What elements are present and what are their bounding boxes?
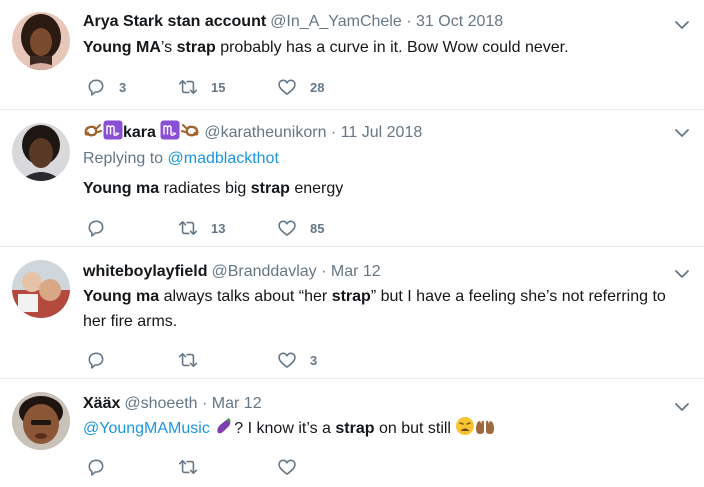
eggplant-emoji-icon xyxy=(214,416,234,436)
tweet-text: Young MA’s strap probably has a curve in… xyxy=(83,35,683,60)
tweet-text: Young ma always talks about “her strap” … xyxy=(83,284,681,334)
tweet-actions xyxy=(86,456,406,478)
display-name[interactable]: Xääx xyxy=(83,395,120,412)
scorpion-emoji-icon xyxy=(83,120,103,140)
scorpio-sign-icon xyxy=(160,120,180,140)
separator-dot: · xyxy=(321,263,327,280)
chevron-down-icon[interactable] xyxy=(674,17,690,33)
avatar[interactable] xyxy=(12,260,70,318)
retweet-icon xyxy=(178,77,198,97)
tweet-date[interactable]: Mar 12 xyxy=(331,263,381,280)
separator-dot: · xyxy=(202,395,208,412)
handle[interactable]: @karatheunikorn xyxy=(204,124,326,141)
tweet[interactable]: kara @karatheunikorn · 11 Jul 2018 Reply… xyxy=(0,110,704,247)
retweet-icon xyxy=(178,350,198,370)
text-span: on but still xyxy=(374,420,456,437)
tweet-actions: 13 85 xyxy=(86,217,406,239)
like-button[interactable]: 3 xyxy=(277,349,317,371)
text-bold: strap xyxy=(250,180,290,197)
tweet[interactable]: Xääx @shoeeth · Mar 12 @YoungMAMusic ? I … xyxy=(0,379,704,487)
tweet-date[interactable]: 31 Oct 2018 xyxy=(416,13,503,30)
text-span: probably has a curve in it. Bow Wow coul… xyxy=(215,39,569,56)
handle[interactable]: @Branddavlay xyxy=(211,263,316,280)
reply-count: 3 xyxy=(119,79,127,95)
handle[interactable]: @In_A_YamChele xyxy=(270,13,402,30)
chevron-down-icon[interactable] xyxy=(674,125,690,141)
reply-icon xyxy=(86,77,106,97)
text-bold: Young MA xyxy=(83,39,161,56)
reply-icon xyxy=(86,218,106,238)
tweet[interactable]: whiteboylayfield @Branddavlay · Mar 12 Yo… xyxy=(0,247,704,379)
tweet-text: @YoungMAMusic ? I know it’s a strap on b… xyxy=(83,416,683,441)
retweet-count: 15 xyxy=(211,79,226,95)
mention-link[interactable]: @YoungMAMusic xyxy=(83,420,210,437)
text-span: ? I know it’s a xyxy=(234,420,336,437)
text-span: always talks about “her xyxy=(159,288,332,305)
tweet-date[interactable]: 11 Jul 2018 xyxy=(341,124,423,141)
weary-face-emoji-icon xyxy=(455,416,475,436)
separator-dot: · xyxy=(406,13,412,30)
like-count: 28 xyxy=(310,79,325,95)
replying-to: Replying to @madblackthot xyxy=(83,149,279,169)
heart-icon xyxy=(277,77,297,97)
text-bold: strap xyxy=(331,288,371,305)
retweet-button[interactable] xyxy=(178,456,211,478)
text-span: energy xyxy=(289,180,344,197)
like-button[interactable]: 85 xyxy=(277,217,324,239)
like-button[interactable] xyxy=(277,456,310,478)
retweet-icon xyxy=(178,457,198,477)
chevron-down-icon[interactable] xyxy=(674,266,690,282)
replying-to-mention[interactable]: @madblackthot xyxy=(168,150,279,167)
text-span: ’s xyxy=(160,39,177,56)
reply-icon xyxy=(86,457,106,477)
heart-icon xyxy=(277,218,297,238)
reply-button[interactable] xyxy=(86,217,119,239)
retweet-icon xyxy=(178,218,198,238)
scorpion-emoji-icon xyxy=(180,120,200,140)
reply-button[interactable] xyxy=(86,349,119,371)
handle[interactable]: @shoeeth xyxy=(124,395,197,412)
separator-dot: · xyxy=(330,124,337,141)
tweet-actions: 3 xyxy=(86,349,406,371)
avatar[interactable] xyxy=(12,392,70,450)
like-button[interactable]: 28 xyxy=(277,76,324,98)
heart-icon xyxy=(277,457,297,477)
tweet-date[interactable]: Mar 12 xyxy=(212,395,262,412)
reply-button[interactable] xyxy=(86,456,119,478)
text-bold: strap xyxy=(176,39,216,56)
tweet[interactable]: Arya Stark stan account @In_A_YamChele · … xyxy=(0,0,704,110)
palms-up-emoji-icon xyxy=(475,416,495,436)
chevron-down-icon[interactable] xyxy=(674,399,690,415)
replying-to-label: Replying to xyxy=(83,150,164,167)
display-name[interactable]: Arya Stark stan account xyxy=(83,13,266,30)
reply-button[interactable]: 3 xyxy=(86,76,126,98)
tweet-actions: 3 15 28 xyxy=(86,76,406,98)
retweet-button[interactable]: 13 xyxy=(178,217,225,239)
text-bold: strap xyxy=(335,420,375,437)
avatar[interactable] xyxy=(12,12,70,70)
retweet-button[interactable] xyxy=(178,349,211,371)
text-span: radiates big xyxy=(159,180,251,197)
display-name[interactable]: whiteboylayfield xyxy=(83,263,207,280)
tweet-text: Young ma radiates big strap energy xyxy=(83,176,683,201)
text-bold: Young ma xyxy=(83,288,160,305)
scorpio-sign-icon xyxy=(103,120,123,140)
avatar[interactable] xyxy=(12,123,70,181)
retweet-button[interactable]: 15 xyxy=(178,76,225,98)
like-count: 85 xyxy=(310,220,325,236)
reply-icon xyxy=(86,350,106,370)
display-name[interactable]: kara xyxy=(123,124,156,141)
retweet-count: 13 xyxy=(211,220,226,236)
text-bold: Young ma xyxy=(83,180,160,197)
heart-icon xyxy=(277,350,297,370)
like-count: 3 xyxy=(310,352,318,368)
